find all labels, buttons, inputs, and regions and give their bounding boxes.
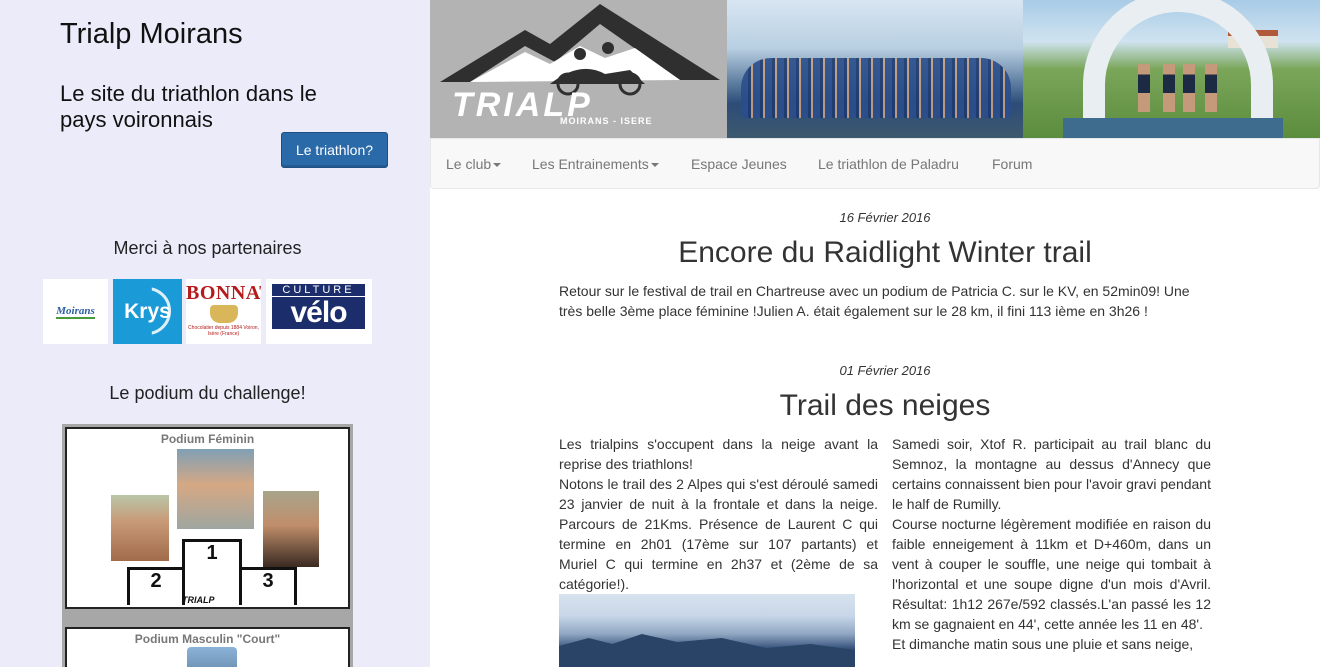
podium-title: Le podium du challenge!: [109, 383, 306, 403]
logo-place: MOIRANS - ISERE: [560, 116, 653, 126]
sidebar: Trialp Moirans Le site du triathlon dans…: [0, 0, 430, 667]
main-navbar: Le club Les Entrainements Espace Jeunes …: [430, 138, 1320, 189]
header-banner: TRIALP MOIRANS - ISERE: [430, 0, 1333, 138]
nav-item-triathlon-paladru[interactable]: Le triathlon de Paladru: [818, 139, 959, 190]
nav-label: Le triathlon de Paladru: [818, 156, 959, 172]
podium-feminin-card: Podium Féminin 1 2 3 TRIALP: [65, 427, 350, 609]
post-paragraph: Samedi soir, Xtof R. participait au trai…: [892, 436, 1211, 512]
partner-velo-text2: vélo: [272, 297, 365, 329]
site-title[interactable]: Trialp Moirans: [60, 18, 243, 51]
partner-bonnat-subtext: Chocolatier depuis 1884 Voiron, Isère (F…: [188, 325, 259, 337]
photo-runner: [1138, 64, 1150, 112]
banner-photo-finish: [1023, 0, 1320, 138]
partner-bonnat-text: BONNAT: [186, 282, 261, 304]
podium-step-3: 3: [239, 567, 297, 605]
site-subtitle: Le site du triathlon dans le pays voiron…: [60, 81, 317, 132]
partner-velo-text1: CULTURE: [272, 284, 365, 296]
post-paragraph: Course nocturne légèrement modifiée en r…: [892, 516, 1211, 632]
podium-step-2: 2: [127, 567, 185, 605]
podium-masculin-title: Podium Masculin "Court": [134, 632, 281, 646]
photo-runner: [1163, 64, 1175, 112]
post-title[interactable]: Encore du Raidlight Winter trail: [559, 236, 1211, 270]
post-body: Retour sur le festival de trail en Chart…: [559, 283, 1190, 319]
post-date: 01 Février 2016: [839, 363, 931, 378]
podium-masculin-photo: [187, 647, 237, 667]
post-paragraph: Et dimanche matin sous une pluie et sans…: [892, 636, 1194, 652]
podium-trialp-logo: TRIALP: [182, 595, 215, 605]
photo-runner: [1183, 64, 1195, 112]
podium-image: Podium Féminin 1 2 3 TRIALP Podium Mascu…: [62, 424, 353, 667]
partners-title: Merci à nos partenaires: [113, 238, 302, 258]
nav-item-espace-jeunes[interactable]: Espace Jeunes: [691, 139, 787, 190]
banner-photo-group: [727, 0, 1023, 138]
post-photo-mountain[interactable]: [559, 594, 855, 667]
post-right-column: Samedi soir, Xtof R. participait au trai…: [892, 434, 1211, 654]
partner-logo-bonnat[interactable]: BONNAT Chocolatier depuis 1884 Voiron, I…: [186, 279, 261, 344]
nav-label: Forum: [992, 156, 1033, 172]
nav-item-entrainements[interactable]: Les Entrainements: [532, 139, 659, 190]
post-left-column: Les trialpins s'occupent dans la neige a…: [559, 434, 878, 594]
group-crowd: [741, 58, 1011, 118]
post-title[interactable]: Trail des neiges: [559, 389, 1211, 423]
podium-steps: 1 2 3: [122, 529, 302, 605]
nav-label: Espace Jeunes: [691, 156, 787, 172]
partner-logo-culture-velo[interactable]: CULTURE vélo: [266, 279, 372, 344]
post-date: 16 Février 2016: [839, 210, 931, 225]
caret-down-icon: [493, 163, 502, 168]
bonnat-crest-icon: [209, 305, 238, 323]
partner-logo-moirans[interactable]: Moirans: [43, 279, 108, 344]
finish-mat: [1063, 118, 1283, 138]
partner-moirans-text: Moirans: [56, 304, 95, 319]
post-paragraph: Notons le trail des 2 Alpes qui s'est dé…: [559, 476, 878, 592]
nav-label: Le club: [446, 156, 492, 172]
triathlon-button[interactable]: Le triathlon?: [281, 132, 388, 168]
nav-label: Les Entrainements: [532, 156, 649, 172]
photo-runner: [1205, 64, 1217, 112]
mountain-shape: [559, 634, 855, 667]
podium-masculin-card: Podium Masculin "Court": [65, 627, 350, 667]
trialp-logo[interactable]: TRIALP MOIRANS - ISERE: [430, 0, 727, 138]
nav-item-le-club[interactable]: Le club: [446, 139, 502, 190]
nav-item-forum[interactable]: Forum: [992, 139, 1032, 190]
partner-logo-krys[interactable]: Krys: [113, 279, 182, 344]
caret-down-icon: [650, 163, 659, 168]
podium-feminin-title: Podium Féminin: [160, 432, 255, 446]
post-paragraph: Les trialpins s'occupent dans la neige a…: [559, 436, 878, 472]
podium-photo-1: [177, 449, 254, 529]
